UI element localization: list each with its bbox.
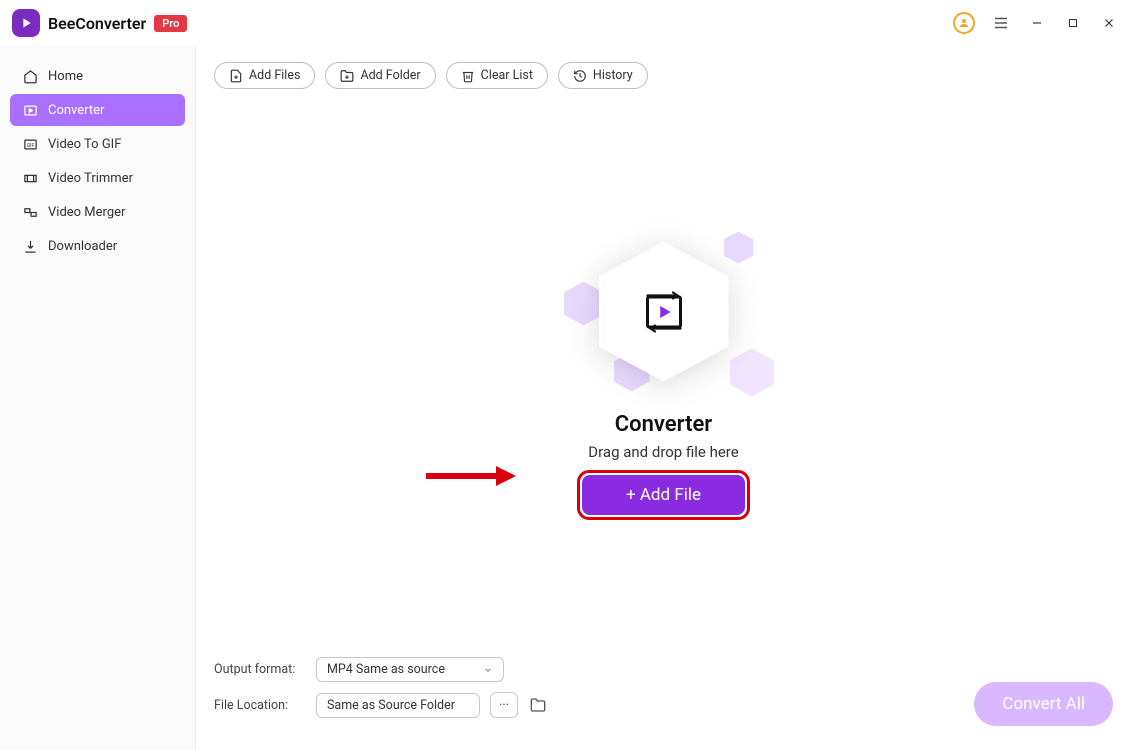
- output-format-select[interactable]: MP4 Same as source: [316, 657, 504, 682]
- sidebar-item-label: Downloader: [48, 239, 117, 254]
- tool-btn-label: History: [593, 68, 633, 83]
- sidebar-item-label: Video Merger: [48, 205, 125, 220]
- add-file-highlight: + Add File: [582, 475, 745, 515]
- maximize-button[interactable]: [1063, 13, 1083, 33]
- window-controls: [953, 12, 1119, 34]
- close-button[interactable]: [1099, 13, 1119, 33]
- app-logo: [12, 9, 40, 37]
- drop-title: Converter: [615, 412, 712, 437]
- hamburger-menu-icon[interactable]: [991, 13, 1011, 33]
- convert-all-button[interactable]: Convert All: [974, 682, 1113, 726]
- add-files-button[interactable]: Add Files: [214, 62, 315, 89]
- minimize-button[interactable]: [1027, 13, 1047, 33]
- file-location-value: Same as Source Folder: [327, 698, 455, 713]
- annotation-arrow-icon: [426, 466, 526, 486]
- sidebar-item-video-trimmer[interactable]: Video Trimmer: [10, 162, 185, 194]
- sidebar-item-label: Video Trimmer: [48, 171, 133, 186]
- clear-list-button[interactable]: Clear List: [446, 62, 548, 89]
- drop-subtitle: Drag and drop file here: [588, 443, 738, 461]
- download-icon: [22, 238, 38, 254]
- output-format-label: Output format:: [214, 662, 306, 677]
- tool-btn-label: Clear List: [481, 68, 533, 83]
- add-folder-button[interactable]: Add Folder: [325, 62, 435, 89]
- tool-btn-label: Add Folder: [360, 68, 420, 83]
- sidebar-item-video-merger[interactable]: Video Merger: [10, 196, 185, 228]
- content-area: Add Files Add Folder Clear List History: [196, 46, 1131, 750]
- merger-icon: [22, 204, 38, 220]
- gif-icon: GIF: [22, 136, 38, 152]
- sidebar-item-label: Converter: [48, 103, 104, 118]
- deco-hex-icon: [730, 349, 774, 397]
- pro-badge: Pro: [154, 15, 187, 32]
- trash-icon: [461, 69, 475, 83]
- sidebar-item-label: Home: [48, 69, 83, 84]
- chevron-down-icon: [483, 665, 493, 675]
- sidebar-item-label: Video To GIF: [48, 137, 121, 152]
- open-folder-button[interactable]: [528, 695, 548, 715]
- file-location-input[interactable]: Same as Source Folder: [316, 693, 480, 718]
- svg-text:GIF: GIF: [26, 143, 34, 149]
- tool-btn-label: Add Files: [249, 68, 300, 83]
- history-button[interactable]: History: [558, 62, 648, 89]
- file-location-label: File Location:: [214, 698, 306, 713]
- file-plus-icon: [229, 69, 243, 83]
- drop-area[interactable]: Converter Drag and drop file here + Add …: [196, 89, 1131, 647]
- sidebar-item-video-to-gif[interactable]: GIF Video To GIF: [10, 128, 185, 160]
- folder-icon: [530, 697, 546, 713]
- home-icon: [22, 68, 38, 84]
- output-format-value: MP4 Same as source: [327, 662, 445, 677]
- toolbar: Add Files Add Folder Clear List History: [196, 46, 1131, 89]
- history-icon: [573, 69, 587, 83]
- app-title: BeeConverter: [48, 14, 146, 33]
- sidebar-item-home[interactable]: Home: [10, 60, 185, 92]
- converter-icon: [22, 102, 38, 118]
- sidebar: Home Converter GIF Video To GIF Video Tr…: [0, 46, 196, 750]
- folder-plus-icon: [340, 69, 354, 83]
- deco-hex-icon: [564, 282, 604, 326]
- user-icon[interactable]: [953, 12, 975, 34]
- file-location-browse-button[interactable]: ···: [490, 692, 518, 718]
- sidebar-item-downloader[interactable]: Downloader: [10, 230, 185, 262]
- more-icon: ···: [499, 698, 509, 713]
- sidebar-item-converter[interactable]: Converter: [10, 94, 185, 126]
- illustration: [534, 222, 794, 402]
- titlebar: BeeConverter Pro: [0, 0, 1131, 46]
- add-file-button[interactable]: + Add File: [582, 475, 745, 515]
- trimmer-icon: [22, 170, 38, 186]
